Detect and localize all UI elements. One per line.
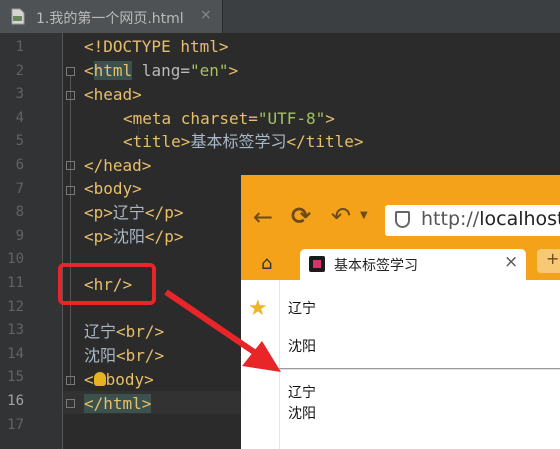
annotation-arrow (164, 289, 281, 372)
